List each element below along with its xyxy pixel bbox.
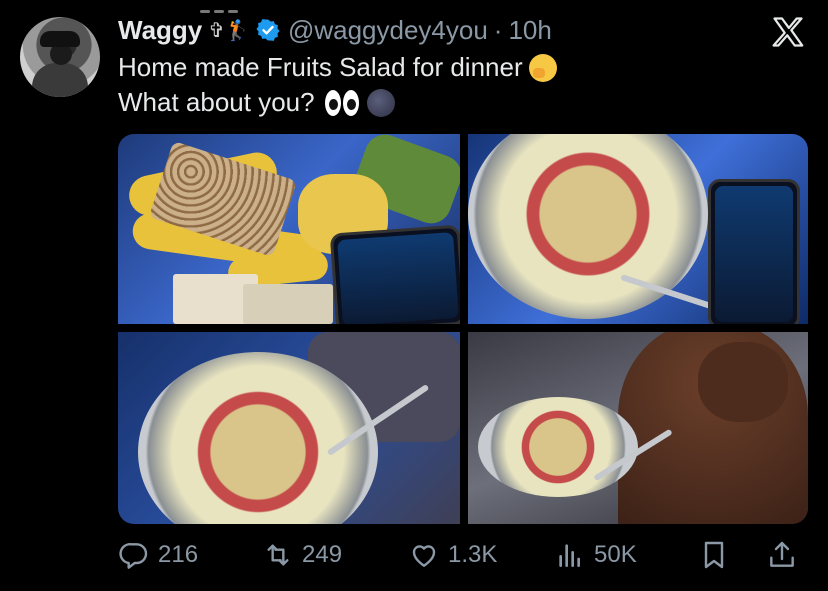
retweet-icon	[267, 544, 289, 566]
tweet-text-line1: Home made Fruits Salad for dinner	[118, 52, 523, 82]
display-name[interactable]: Waggy	[118, 15, 202, 46]
avatar[interactable]	[20, 17, 100, 97]
reply-icon	[119, 543, 148, 569]
views-count: 50K	[594, 541, 637, 568]
verified-badge-icon[interactable]	[256, 18, 280, 42]
previous-tweet-sliver	[200, 0, 260, 13]
views-icon	[559, 544, 580, 567]
name-emojis: ✞🏌	[208, 19, 250, 42]
tweet-actions: 216 249 1.3K 50K	[118, 534, 808, 576]
separator-dot: ·	[493, 14, 503, 45]
views-button[interactable]: 50K	[554, 534, 637, 576]
photo-ingredients[interactable]	[118, 134, 460, 324]
share-icon	[770, 541, 794, 567]
post-time[interactable]: 10h	[508, 15, 551, 46]
photo-salad-bowl-closeup[interactable]	[118, 332, 460, 524]
bookmark-icon	[704, 541, 724, 569]
hand-over-mouth-emoji	[528, 53, 557, 82]
share-button[interactable]	[766, 534, 806, 576]
photo-salad-with-phone[interactable]	[468, 134, 808, 324]
heart-icon	[412, 545, 436, 567]
user-handle[interactable]: @waggydey4you	[288, 15, 488, 46]
tweet-text: Home made Fruits Salad for dinner What a…	[118, 50, 557, 120]
like-count: 1.3K	[448, 541, 498, 568]
photo-person-with-salad[interactable]	[468, 332, 808, 524]
retweet-button[interactable]: 249	[262, 534, 342, 576]
retweet-count: 249	[302, 541, 343, 568]
x-logo-icon[interactable]	[770, 14, 806, 50]
like-button[interactable]: 1.3K	[408, 534, 497, 576]
new-moon-face-emoji	[366, 88, 395, 117]
media-grid	[118, 134, 808, 524]
bookmark-button[interactable]	[698, 534, 738, 576]
eyes-emoji-left	[324, 89, 341, 116]
tweet-header: Waggy ✞🏌 @waggydey4you · 10h	[118, 14, 552, 46]
reply-count: 216	[158, 541, 199, 568]
tweet-text-line2: What about you?	[118, 87, 315, 117]
eyes-emoji-right	[342, 89, 359, 116]
reply-button[interactable]: 216	[118, 534, 198, 576]
